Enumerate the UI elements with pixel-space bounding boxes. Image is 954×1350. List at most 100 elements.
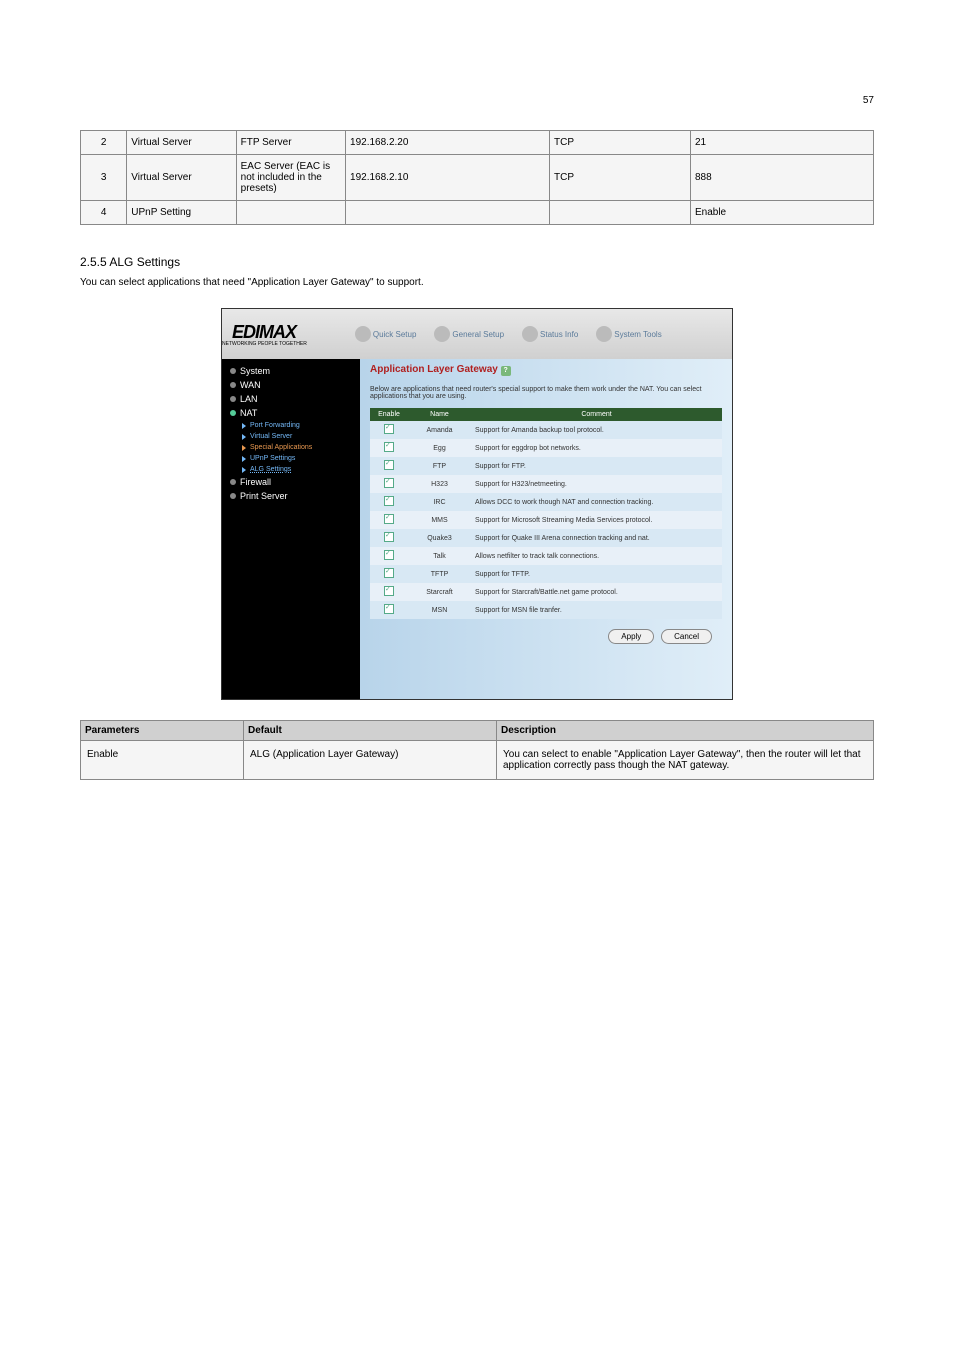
sidebar-item-special-apps[interactable]: Special Applications — [230, 442, 360, 453]
tab-quick-setup[interactable]: Quick Setup — [347, 322, 425, 346]
sidebar-item-port-forwarding[interactable]: Port Forwarding — [230, 420, 360, 431]
table-row: IRCAllows DCC to work though NAT and con… — [370, 493, 722, 511]
sidebar-item-alg[interactable]: ALG Settings — [230, 464, 360, 475]
sidebar-item-wan[interactable]: WAN — [230, 378, 360, 392]
sidebar-item-print-server[interactable]: Print Server — [230, 489, 360, 503]
enable-checkbox[interactable] — [384, 586, 394, 596]
cell-name: IRC — [408, 493, 471, 511]
sidebar-item-nat[interactable]: NAT — [230, 406, 360, 420]
enable-checkbox[interactable] — [384, 604, 394, 614]
table-row: TFTPSupport for TFTP. — [370, 565, 722, 583]
topbar: EDIMAX NETWORKING PEOPLE TOGETHER Quick … — [222, 309, 732, 359]
cell-comment: Support for MSN file tranfer. — [471, 601, 722, 619]
th-name: Name — [408, 408, 471, 421]
cell — [346, 201, 550, 225]
arrow-icon — [242, 467, 246, 473]
bullet-icon — [230, 396, 236, 402]
cell: TCP — [550, 131, 691, 155]
table-row: MSNSupport for MSN file tranfer. — [370, 601, 722, 619]
table-row: TalkAllows netfilter to track talk conne… — [370, 547, 722, 565]
enable-checkbox[interactable] — [384, 442, 394, 452]
enable-checkbox[interactable] — [384, 496, 394, 506]
cell: 21 — [690, 131, 873, 155]
cell-name: Quake3 — [408, 529, 471, 547]
enable-checkbox[interactable] — [384, 550, 394, 560]
table-row: 2 Virtual Server FTP Server 192.168.2.20… — [81, 131, 874, 155]
table-header-row: Parameters Default Description — [81, 721, 874, 741]
cell: Virtual Server — [127, 155, 236, 201]
cell-name: H323 — [408, 475, 471, 493]
cell: Virtual Server — [127, 131, 236, 155]
table-row: 3 Virtual Server EAC Server (EAC is not … — [81, 155, 874, 201]
cell-name: FTP — [408, 457, 471, 475]
cell: 192.168.2.20 — [346, 131, 550, 155]
cell: 192.168.2.10 — [346, 155, 550, 201]
arrow-icon — [242, 445, 246, 451]
enable-checkbox[interactable] — [384, 424, 394, 434]
tab-general-setup[interactable]: General Setup — [426, 322, 512, 346]
cell-comment: Support for Starcraft/Battle.net game pr… — [471, 583, 722, 601]
arrow-icon — [242, 456, 246, 462]
cancel-button[interactable]: Cancel — [661, 629, 712, 644]
cell-name: Starcraft — [408, 583, 471, 601]
enable-checkbox[interactable] — [384, 478, 394, 488]
tab-icon — [434, 326, 450, 342]
bullet-icon — [230, 479, 236, 485]
sidebar-item-lan[interactable]: LAN — [230, 392, 360, 406]
cell-comment: Support for H323/netmeeting. — [471, 475, 722, 493]
table-row: Quake3Support for Quake III Arena connec… — [370, 529, 722, 547]
bullet-icon — [230, 382, 236, 388]
sidebar-item-upnp[interactable]: UPnP Settings — [230, 453, 360, 464]
table-row: H323Support for H323/netmeeting. — [370, 475, 722, 493]
router-screenshot: EDIMAX NETWORKING PEOPLE TOGETHER Quick … — [221, 308, 733, 700]
table-row: FTPSupport for FTP. — [370, 457, 722, 475]
cell: UPnP Setting — [127, 201, 236, 225]
section-text: You can select applications that need "A… — [80, 277, 874, 288]
sidebar: System WAN LAN NAT Port Forwarding Virtu… — [222, 309, 360, 699]
cell-comment: Support for Quake III Arena connection t… — [471, 529, 722, 547]
cell-default: ALG (Application Layer Gateway) — [244, 741, 497, 780]
cell-comment: Support for TFTP. — [471, 565, 722, 583]
cell: EAC Server (EAC is not included in the p… — [236, 155, 345, 201]
cell-name: MSN — [408, 601, 471, 619]
enable-checkbox[interactable] — [384, 460, 394, 470]
sidebar-item-system[interactable]: System — [230, 364, 360, 378]
cell: 888 — [690, 155, 873, 201]
panel-description: Below are applications that need router'… — [370, 386, 722, 400]
table-row: AmandaSupport for Amanda backup tool pro… — [370, 421, 722, 439]
cell — [550, 201, 691, 225]
table-row: StarcraftSupport for Starcraft/Battle.ne… — [370, 583, 722, 601]
enable-checkbox[interactable] — [384, 568, 394, 578]
bullet-icon — [230, 410, 236, 416]
th-parameters: Parameters — [81, 721, 244, 741]
cell-num: 3 — [81, 155, 127, 201]
cell-num: 2 — [81, 131, 127, 155]
alg-table: Enable Name Comment AmandaSupport for Am… — [370, 408, 722, 619]
page-number: 57 — [863, 95, 874, 106]
tab-status-info[interactable]: Status Info — [514, 322, 586, 346]
cell-comment: Allows DCC to work though NAT and connec… — [471, 493, 722, 511]
cell — [236, 201, 345, 225]
cell-name: TFTP — [408, 565, 471, 583]
cell-name: Egg — [408, 439, 471, 457]
cell-comment: Support for FTP. — [471, 457, 722, 475]
table-header-row: Enable Name Comment — [370, 408, 722, 421]
cell: FTP Server — [236, 131, 345, 155]
th-default: Default — [244, 721, 497, 741]
cell-comment: Support for eggdrop bot networks. — [471, 439, 722, 457]
apply-button[interactable]: Apply — [608, 629, 654, 644]
sidebar-item-firewall[interactable]: Firewall — [230, 475, 360, 489]
cell-param: Enable — [81, 741, 244, 780]
cell-name: MMS — [408, 511, 471, 529]
help-icon[interactable]: ? — [501, 366, 511, 376]
tab-icon — [522, 326, 538, 342]
th-description: Description — [497, 721, 874, 741]
enable-checkbox[interactable] — [384, 532, 394, 542]
enable-checkbox[interactable] — [384, 514, 394, 524]
section-heading: 2.5.5 ALG Settings — [80, 255, 874, 269]
panel-heading: Application Layer Gateway ? — [370, 364, 722, 376]
main-panel: Application Layer Gateway ? Below are ap… — [360, 309, 732, 699]
tab-system-tools[interactable]: System Tools — [588, 322, 669, 346]
upper-settings-table: 2 Virtual Server FTP Server 192.168.2.20… — [80, 130, 874, 225]
sidebar-item-virtual-server[interactable]: Virtual Server — [230, 431, 360, 442]
